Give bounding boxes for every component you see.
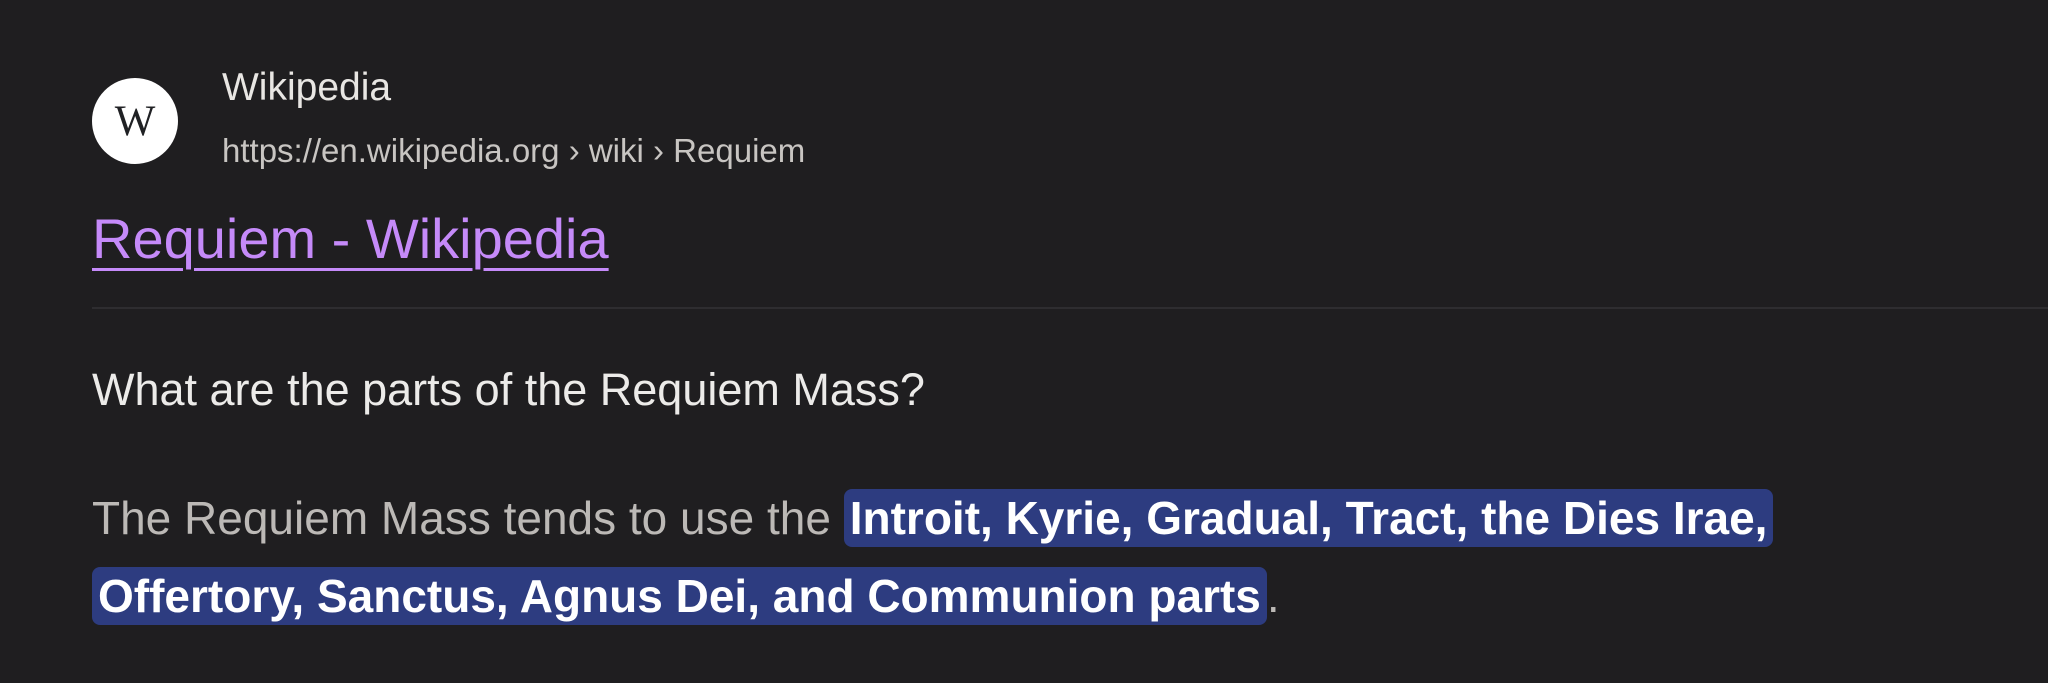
site-name: Wikipedia bbox=[222, 66, 392, 109]
snippet-highlight-line2: Offertory, Sanctus, Agnus Dei, and Commu… bbox=[98, 570, 1261, 622]
snippet-prefix: The Requiem Mass tends to use the bbox=[92, 492, 844, 544]
snippet-suffix: . bbox=[1266, 570, 1280, 622]
result-title-link[interactable]: Requiem - Wikipedia bbox=[92, 206, 609, 271]
snippet-highlight-line1: Introit, Kyrie, Gradual, Tract, the Dies… bbox=[849, 492, 1768, 544]
favicon-letter: W bbox=[114, 97, 156, 145]
search-result-page: W Wikipedia https://en.wikipedia.org › w… bbox=[0, 0, 2048, 683]
site-url-breadcrumb: https://en.wikipedia.org › wiki › Requie… bbox=[222, 132, 806, 169]
divider bbox=[92, 307, 2048, 309]
result-source-header[interactable]: W Wikipedia https://en.wikipedia.org › w… bbox=[92, 62, 1092, 182]
snippet-question: What are the parts of the Requiem Mass? bbox=[92, 364, 925, 415]
snippet-answer: The Requiem Mass tends to use the Introi… bbox=[92, 479, 2032, 635]
wikipedia-favicon-icon: W bbox=[92, 78, 178, 164]
